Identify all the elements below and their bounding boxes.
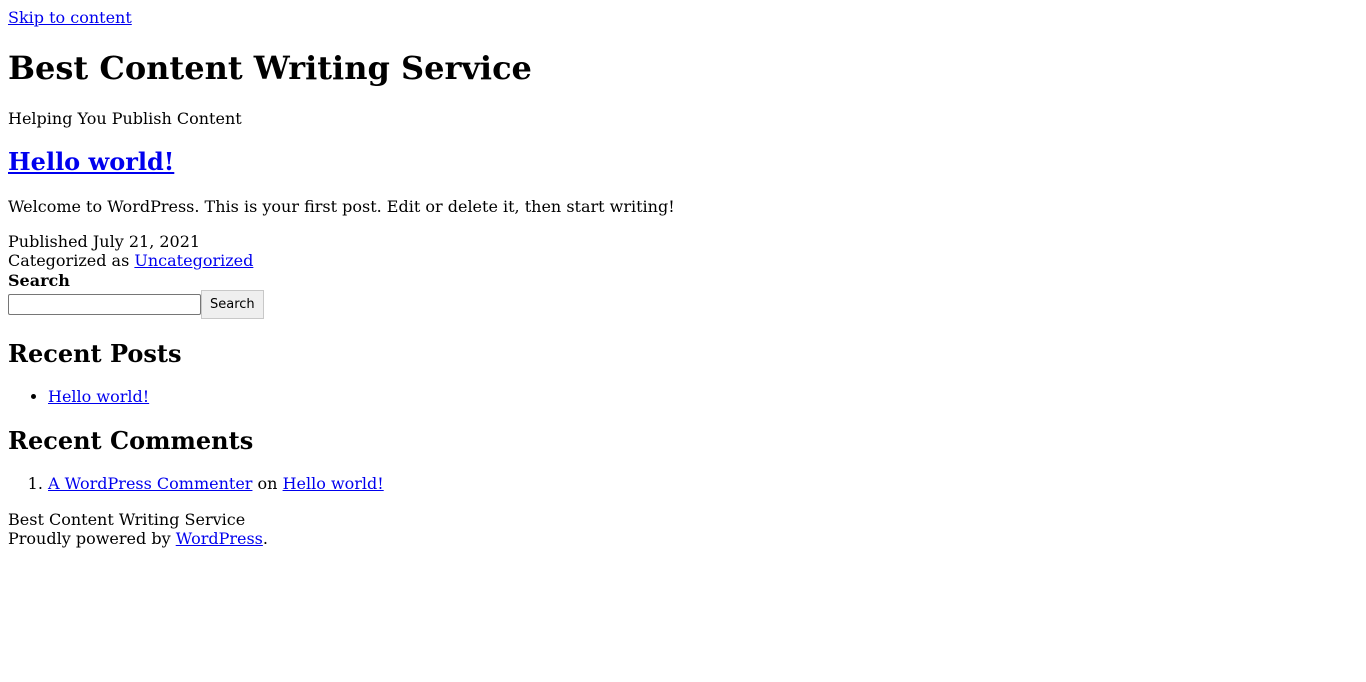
search-label: Search (8, 271, 70, 290)
footer-site-name: Best Content Writing Service (8, 510, 246, 529)
published-line: Published July 21, 2021 (8, 232, 253, 251)
post-title-link[interactable]: Hello world! (8, 147, 174, 176)
recent-comments-list: A WordPress Commenter on Hello world! (8, 474, 384, 493)
categorized-prefix: Categorized as (8, 251, 130, 270)
category-link[interactable]: Uncategorized (134, 251, 253, 270)
search-input[interactable] (8, 294, 201, 315)
search-widget: Search Search (8, 271, 264, 319)
recent-post-link[interactable]: Hello world! (48, 387, 149, 406)
post-title: Hello world! (8, 147, 174, 176)
search-button[interactable]: Search (201, 290, 264, 319)
site-title: Best Content Writing Service (8, 49, 532, 87)
list-item: A WordPress Commenter on Hello world! (48, 474, 384, 493)
comment-author-link[interactable]: A WordPress Commenter (48, 474, 252, 493)
comment-post-link[interactable]: Hello world! (283, 474, 384, 493)
recent-comments-heading: Recent Comments (8, 426, 254, 455)
search-row: Search (8, 290, 264, 319)
published-date: July 21, 2021 (92, 232, 201, 251)
recent-posts-list: Hello world! (8, 387, 149, 406)
post-meta: Published July 21, 2021 Categorized as U… (8, 232, 253, 270)
post-excerpt: Welcome to WordPress. This is your first… (8, 197, 675, 216)
site-tagline: Helping You Publish Content (8, 109, 242, 128)
list-item: Hello world! (48, 387, 149, 406)
footer-powered-line: Proudly powered by WordPress. (8, 529, 268, 548)
wordpress-link[interactable]: WordPress (176, 529, 263, 548)
comment-connector: on (257, 474, 278, 493)
site-footer: Best Content Writing Service Proudly pow… (8, 510, 268, 548)
published-prefix: Published (8, 232, 88, 251)
skip-to-content-link[interactable]: Skip to content (8, 8, 132, 27)
category-line: Categorized as Uncategorized (8, 251, 253, 270)
powered-suffix: . (262, 529, 268, 548)
recent-posts-heading: Recent Posts (8, 339, 182, 368)
powered-prefix: Proudly powered by (8, 529, 171, 548)
